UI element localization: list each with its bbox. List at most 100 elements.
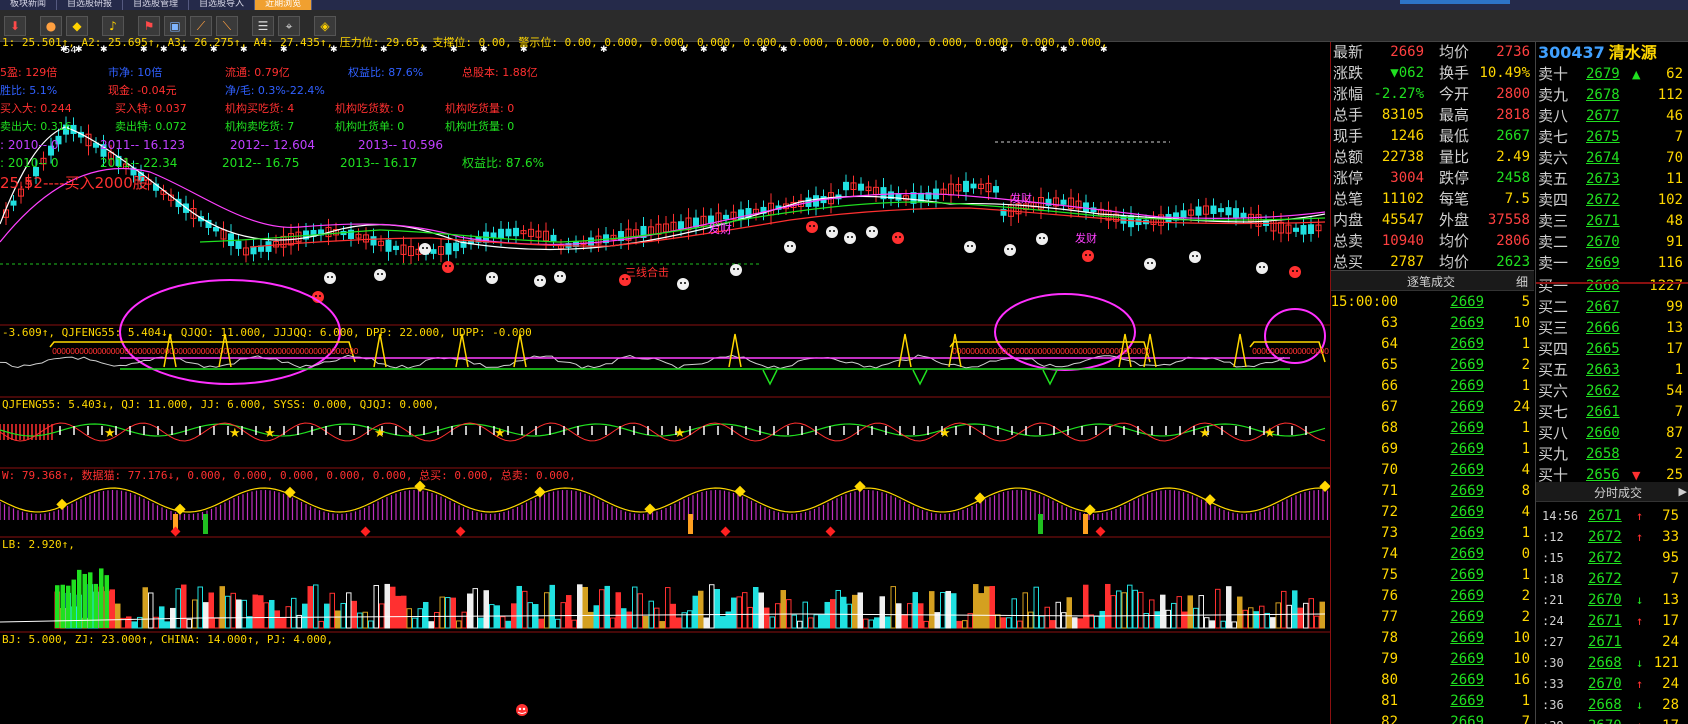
tick-row[interactable]: 78 2669 10 xyxy=(1331,628,1534,649)
bid-row[interactable]: 买四 2665 17 xyxy=(1536,339,1688,360)
ask-row[interactable]: 卖三 2671 48 xyxy=(1536,211,1688,232)
tick-row[interactable]: 15:00:00 2669 5 xyxy=(1331,292,1534,313)
tick-row[interactable]: 70 2669 4 xyxy=(1331,460,1534,481)
volume-bar xyxy=(1006,617,1012,629)
volume-bar xyxy=(742,592,748,629)
chart-smiley-eye xyxy=(541,279,543,281)
volume-bar xyxy=(291,597,297,629)
volume-bar xyxy=(412,617,418,629)
fenshi-row[interactable]: :24 2671 ↑ 17 xyxy=(1536,611,1688,632)
volume-bar xyxy=(131,621,137,629)
ask-row[interactable]: 卖八 2677 46 xyxy=(1536,106,1688,127)
picture-icon[interactable]: ▣ xyxy=(164,15,186,36)
fenshi-row[interactable]: :15 2672 95 xyxy=(1536,548,1688,569)
info-sell-large: 卖出大: 0.316 xyxy=(0,120,72,133)
tick-row[interactable]: 69 2669 1 xyxy=(1331,439,1534,460)
tick-row[interactable]: 75 2669 1 xyxy=(1331,565,1534,586)
tick-volume: 1 xyxy=(1521,441,1530,457)
tick-row[interactable]: 68 2669 1 xyxy=(1331,418,1534,439)
bid-price: 2662 xyxy=(1586,383,1620,399)
tab-sector-news[interactable]: 板块新闻 xyxy=(0,0,58,10)
bell-icon[interactable]: ♪ xyxy=(102,15,124,36)
volume-bar xyxy=(230,592,236,629)
tick-detail-button[interactable]: 细 xyxy=(1516,273,1528,290)
ask-row[interactable]: 卖七 2675 7 xyxy=(1536,127,1688,148)
tick-row[interactable]: 81 2669 1 xyxy=(1331,691,1534,712)
tick-row[interactable]: 82 2669 7 xyxy=(1331,712,1534,724)
tick-row[interactable]: 67 2669 24 xyxy=(1331,397,1534,418)
bid-row[interactable]: 买一 2668 1227 xyxy=(1536,276,1688,297)
ask-row[interactable]: 卖四 2672 102 xyxy=(1536,190,1688,211)
tick-row[interactable]: 79 2669 10 xyxy=(1331,649,1534,670)
quote-row: 内盘 45547 外盘 37558 xyxy=(1331,210,1534,231)
tick-row[interactable]: 71 2669 8 xyxy=(1331,481,1534,502)
fenshi-row[interactable]: :12 2672 ↑ 33 xyxy=(1536,527,1688,548)
ask-volume: 102 xyxy=(1657,192,1683,208)
tab-recent-browse[interactable]: 近期浏览 xyxy=(255,0,313,10)
bid-row[interactable]: 买五 2663 1 xyxy=(1536,360,1688,381)
fenshi-row[interactable]: :36 2668 ↓ 28 xyxy=(1536,695,1688,716)
volume-bar xyxy=(901,614,907,629)
tab-watchlist-manage[interactable]: 自选股管理 xyxy=(123,0,190,10)
tick-trades-header: 逐笔成交 xyxy=(1407,275,1456,289)
tick-row[interactable]: 63 2669 10 xyxy=(1331,313,1534,334)
indicator-2-star-icon: ★ xyxy=(494,426,506,441)
bid-row[interactable]: 买七 2661 7 xyxy=(1536,402,1688,423)
kline-chart-area[interactable]: ✱ ✱ ✱ ✱ ✱ ✱ ✱ ✱ ✱ ✱ ✱ ✱ ✱ ✱ ✱ ✱ ✱ ✱ ✱ ✱ ✱ ✱ ✱ ✱ ✱ 00000000000000… xyxy=(0,36,1331,724)
red-arrow-icon[interactable]: ⬇ xyxy=(4,15,26,36)
line-tool-icon[interactable]: ⟋ xyxy=(190,15,212,36)
traffic-light-icon[interactable]: ● xyxy=(40,15,62,36)
chart-smiley-eye xyxy=(1011,248,1013,250)
bid-row[interactable]: 买二 2667 99 xyxy=(1536,297,1688,318)
chart-smiley-icon xyxy=(419,243,431,255)
fenshi-row[interactable]: :33 2670 ↑ 24 xyxy=(1536,674,1688,695)
diamond-icon[interactable]: ◈ xyxy=(314,15,336,36)
chart-smiley-eye xyxy=(899,236,901,238)
tick-row[interactable]: 66 2669 1 xyxy=(1331,376,1534,397)
fenshi-row[interactable]: :27 2671 24 xyxy=(1536,632,1688,653)
ask-row[interactable]: 卖二 2670 91 xyxy=(1536,232,1688,253)
tick-row[interactable]: 76 2669 2 xyxy=(1331,586,1534,607)
bid-row[interactable]: 买六 2662 54 xyxy=(1536,381,1688,402)
flag-icon[interactable]: ⚑ xyxy=(138,15,160,36)
fenshi-row[interactable]: :18 2672 7 xyxy=(1536,569,1688,590)
fenshi-row[interactable]: :39 2670 ↑ 17 xyxy=(1536,716,1688,724)
bid-row[interactable]: 买九 2658 2 xyxy=(1536,444,1688,465)
volume-bar xyxy=(175,588,181,629)
ask-row[interactable]: 卖一 2669 116 xyxy=(1536,253,1688,274)
bid-row[interactable]: 买三 2666 13 xyxy=(1536,318,1688,339)
tick-row[interactable]: 65 2669 2 xyxy=(1331,355,1534,376)
ask-row[interactable]: 卖十 2679 ▲ 62 xyxy=(1536,64,1688,85)
tick-row[interactable]: 73 2669 1 xyxy=(1331,523,1534,544)
tab-watchlist-research[interactable]: 自选股研报 xyxy=(57,0,124,10)
expand-arrow-icon[interactable]: ▶ xyxy=(1679,485,1687,498)
tick-row[interactable]: 64 2669 1 xyxy=(1331,334,1534,355)
volume-bar xyxy=(1264,612,1270,629)
tick-row[interactable]: 72 2669 4 xyxy=(1331,502,1534,523)
volume-bar xyxy=(582,586,588,629)
fenshi-trades-panel[interactable]: 分时成交 ▶ 14:56 2671 ↑ 75:12 2672 ↑ 33:15 2672 95:1… xyxy=(1535,482,1688,724)
line-tool-2-icon[interactable]: ⟍ xyxy=(216,15,238,36)
volume-bar xyxy=(978,593,984,629)
list-icon[interactable]: ☰ xyxy=(252,15,274,36)
fenshi-price: 2670 xyxy=(1588,716,1622,724)
pin-icon[interactable]: ⌖ xyxy=(278,15,300,36)
chart-smiley-eye xyxy=(331,276,333,278)
fenshi-row[interactable]: :21 2670 ↓ 13 xyxy=(1536,590,1688,611)
fenshi-row[interactable]: :30 2668 ↓ 121 xyxy=(1536,653,1688,674)
tick-trades-panel[interactable]: 逐笔成交 细 15:00:00 2669 5 63 2669 10 64 2669 1 65 266… xyxy=(1331,270,1534,724)
volume-bar xyxy=(1297,607,1303,629)
tick-time: 67 xyxy=(1381,399,1398,415)
warning-icon[interactable]: ◆ xyxy=(66,15,88,36)
tick-row[interactable]: 74 2669 0 xyxy=(1331,544,1534,565)
ask-row[interactable]: 卖九 2678 112 xyxy=(1536,85,1688,106)
tick-row[interactable]: 80 2669 16 xyxy=(1331,670,1534,691)
tick-volume: 1 xyxy=(1521,420,1530,436)
fenshi-row[interactable]: 14:56 2671 ↑ 75 xyxy=(1536,506,1688,527)
tab-watchlist-import[interactable]: 自选股导入 xyxy=(189,0,256,10)
ask-row[interactable]: 卖六 2674 70 xyxy=(1536,148,1688,169)
volume-bar xyxy=(505,620,511,629)
bid-row[interactable]: 买八 2660 87 xyxy=(1536,423,1688,444)
ask-row[interactable]: 卖五 2673 11 xyxy=(1536,169,1688,190)
tick-row[interactable]: 77 2669 2 xyxy=(1331,607,1534,628)
